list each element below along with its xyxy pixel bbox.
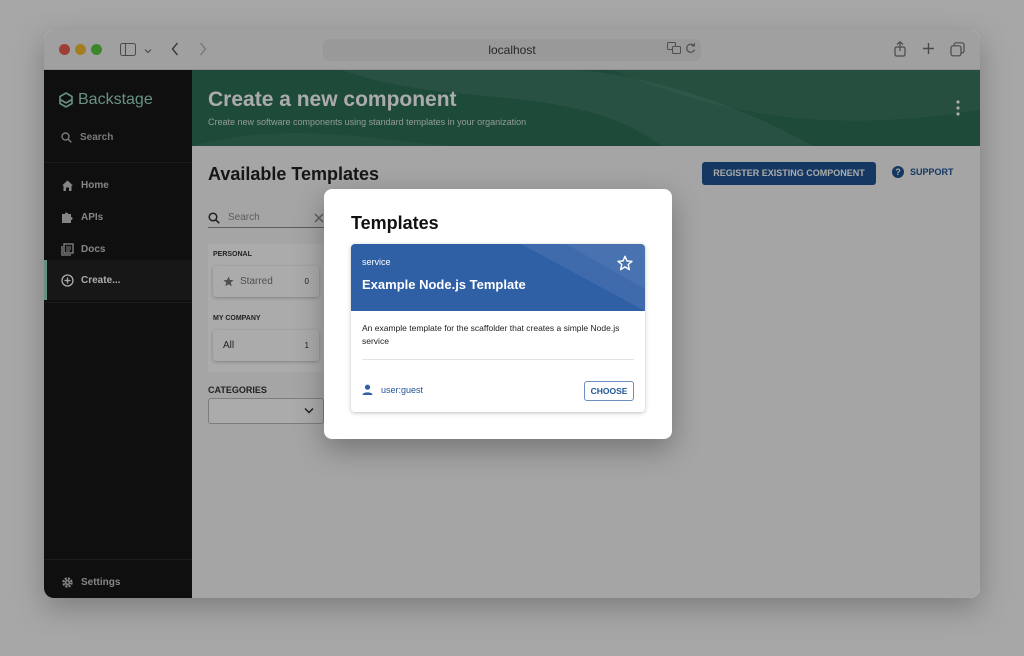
modal-backdrop[interactable]: Templates service Example Node.js Templa… [44,30,980,598]
templates-dialog: Templates service Example Node.js Templa… [324,189,672,439]
template-description: An example template for the scaffolder t… [362,323,620,346]
template-type: service [362,257,391,267]
choose-button[interactable]: CHOOSE [584,381,634,401]
template-name: Example Node.js Template [362,277,526,292]
user-icon [362,384,373,395]
card-divider [362,359,634,360]
template-card-header: service Example Node.js Template [351,244,645,311]
template-card: service Example Node.js Template An exam… [351,244,645,412]
template-owner[interactable]: user:guest [362,384,423,395]
dialog-title: Templates [351,213,439,233]
browser-window: localhost Backstage Search Home APIs Doc… [44,30,980,598]
owner-label: user:guest [381,384,424,395]
star-outline-icon[interactable] [617,255,633,271]
